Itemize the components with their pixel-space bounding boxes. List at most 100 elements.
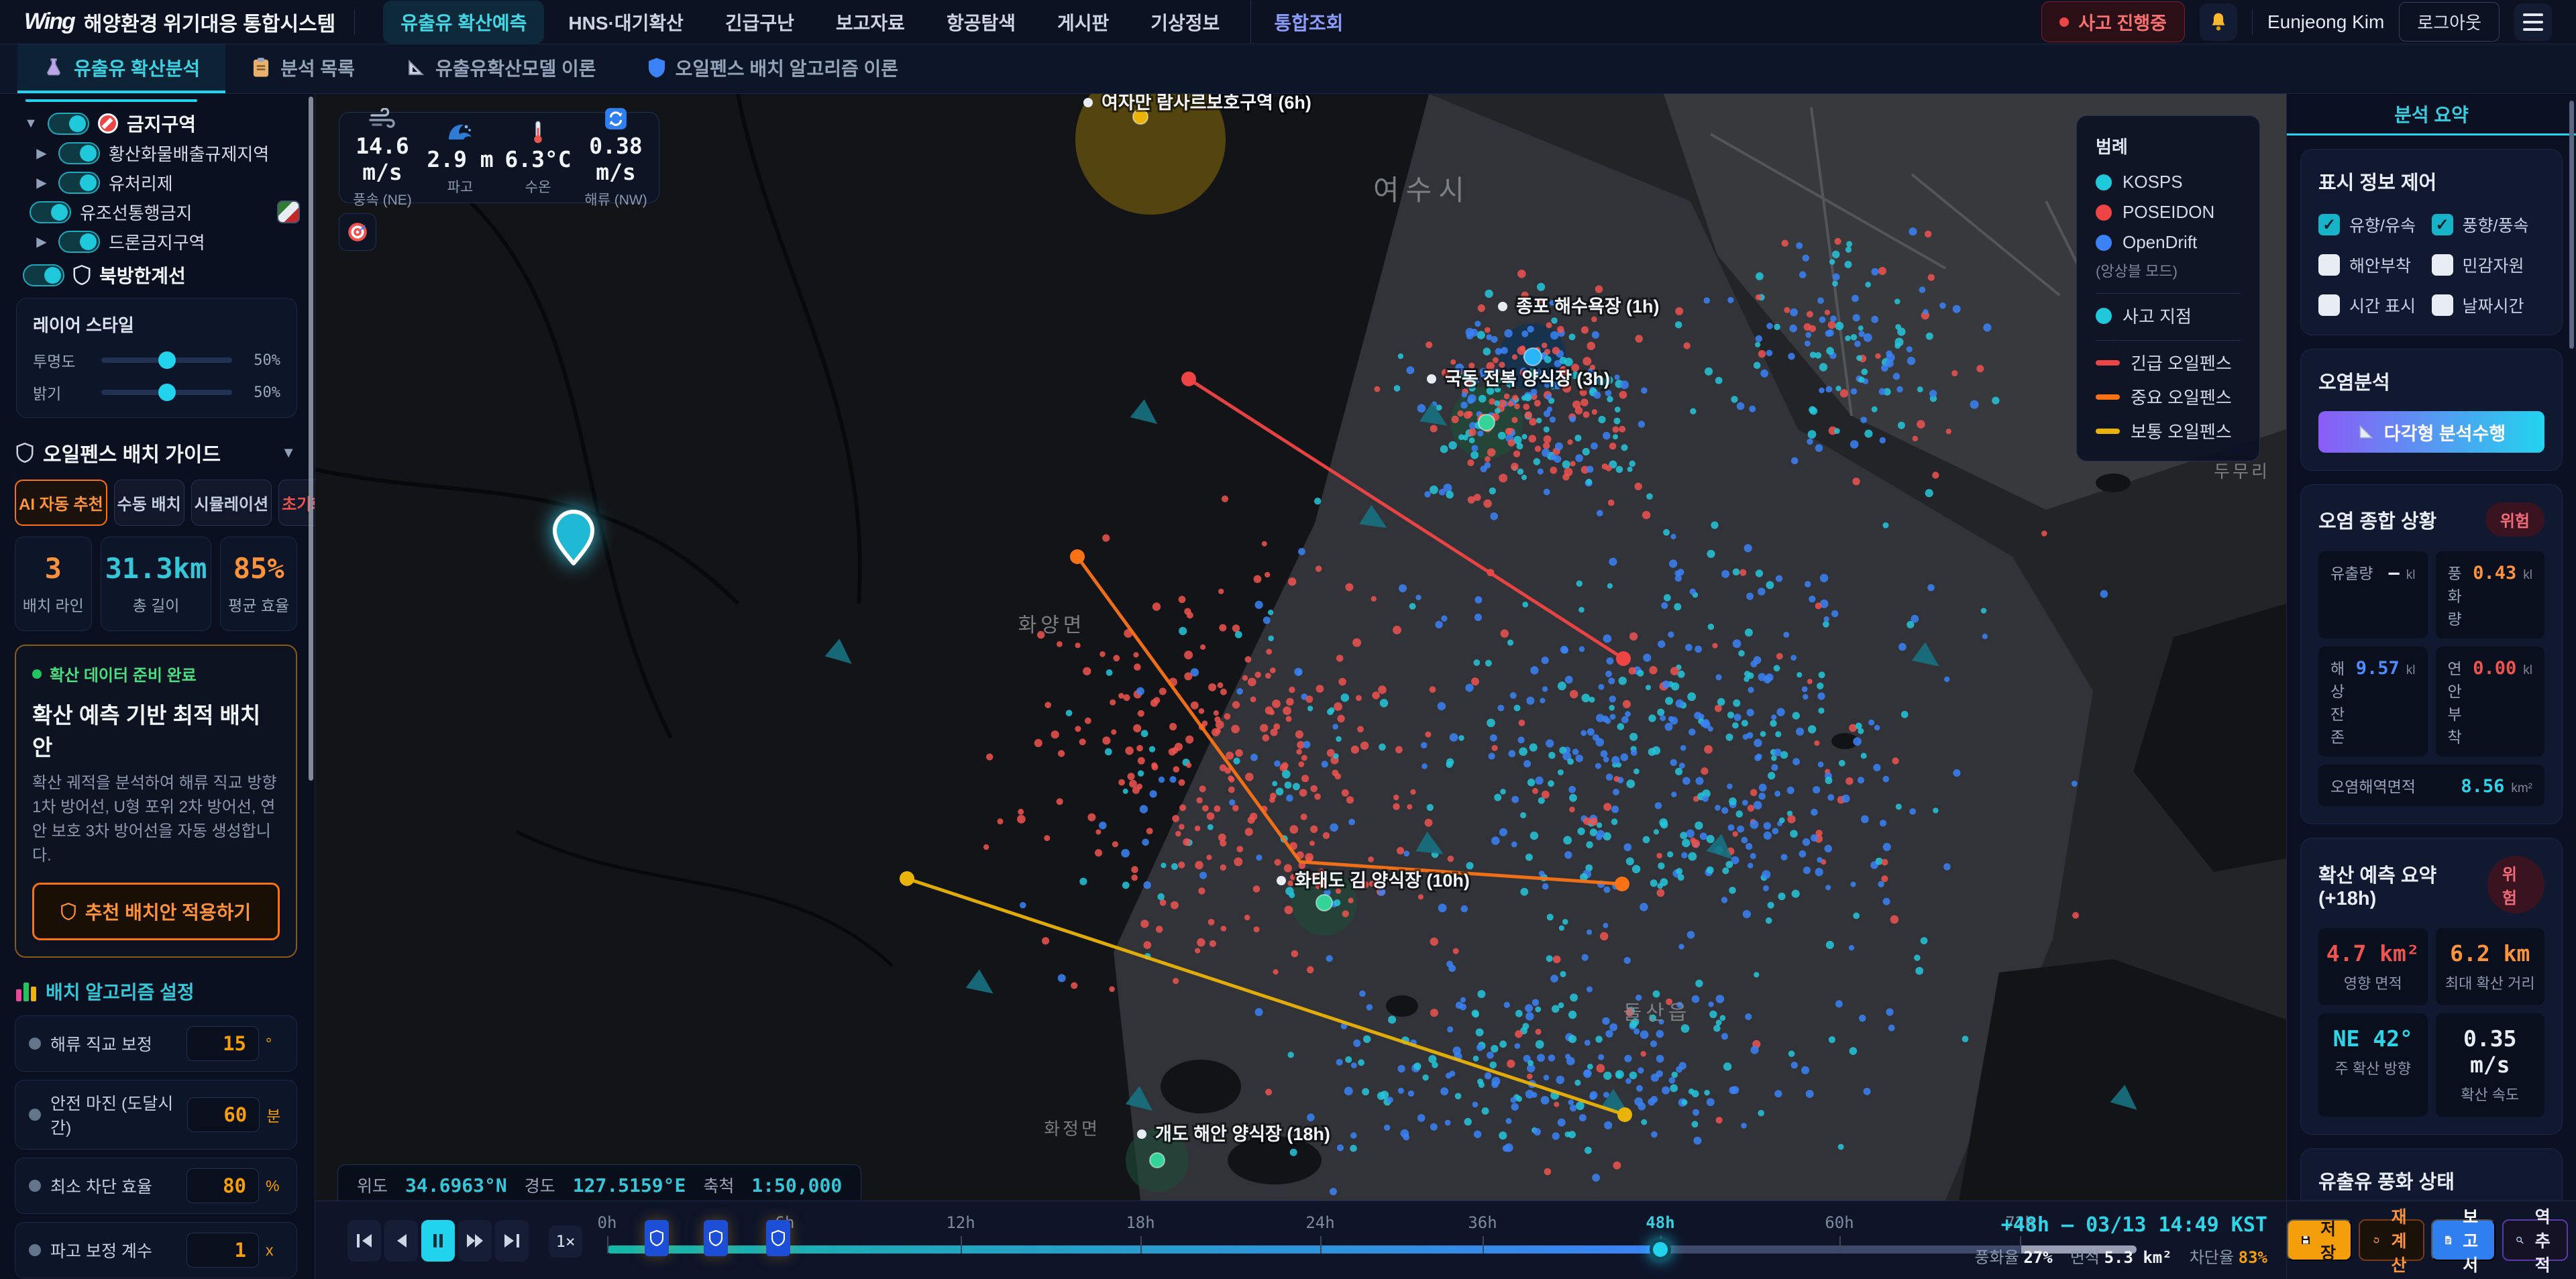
clipboard-icon	[251, 57, 271, 78]
nav-item-aerial[interactable]: 항공탐색	[929, 1, 1033, 44]
left-sidebar: ▼ 금지구역 ▶ 황산화물배출규제지역 ▶ 유처리제 유조선통행금지 ▶ 드론금…	[0, 94, 315, 1279]
opacity-slider-row: 투명도 50%	[33, 349, 280, 372]
save-button[interactable]: 저장	[2287, 1219, 2352, 1261]
timeline-thumb[interactable]	[1650, 1239, 1671, 1260]
nav-item-reports[interactable]: 보고자료	[818, 1, 922, 44]
logout-button[interactable]: 로그아웃	[2399, 2, 2500, 42]
mode-simulation-button[interactable]: 시뮬레이션	[191, 480, 272, 526]
setting-label: 파고 보정 계수	[50, 1238, 152, 1262]
layer-toggle[interactable]	[58, 231, 100, 253]
nav-item-weather[interactable]: 기상정보	[1133, 1, 1237, 44]
button-label: 보고서	[2459, 1204, 2482, 1276]
legend-opendrift: OpenDrift	[2096, 232, 2241, 253]
layer-label: 금지구역	[127, 110, 196, 137]
legend-mode-note: (앙상블 모드)	[2096, 260, 2241, 281]
layer-row-sox-zone[interactable]: ▶ 황산화물배출규제지역	[12, 138, 300, 168]
caret-right-icon[interactable]: ▶	[34, 174, 50, 191]
mode-manual-button[interactable]: 수동 배치	[114, 480, 184, 526]
stat-label: 평균 효율	[225, 593, 292, 616]
brightness-slider-row: 밝기 50%	[33, 381, 280, 404]
incident-dot-icon	[2059, 17, 2069, 27]
step-back-button[interactable]	[384, 1220, 418, 1262]
stat-polluted-area: 오염해역면적8.56km²	[2318, 765, 2544, 806]
setting-input[interactable]: 60	[187, 1097, 260, 1132]
layer-row-nll[interactable]: 북방한계선	[12, 260, 300, 290]
algorithm-settings-header: 배치 알고리즘 설정	[16, 978, 296, 1005]
layer-style-swatch-icon[interactable]	[277, 201, 300, 223]
checkbox-wind-dir[interactable]: ✓풍향/풍속	[2432, 213, 2545, 237]
recalculate-button[interactable]: 재계산	[2359, 1219, 2424, 1261]
checkbox-sensitive-resources[interactable]: 민감자원	[2432, 253, 2545, 277]
nav-item-board[interactable]: 게시판	[1040, 1, 1126, 44]
report-button[interactable]: 보고서	[2431, 1219, 2496, 1261]
stat-label: 배치 라인	[19, 593, 87, 616]
boom-guide-header[interactable]: 오일펜스 배치 가이드 ▼	[16, 438, 296, 467]
set-square-icon	[406, 58, 426, 78]
backtrack-button[interactable]: 역추적	[2502, 1219, 2568, 1261]
app-root: Wing 해양환경 위기대응 통합시스템 유출유 확산예측 HNS·대기확산 긴…	[0, 0, 2576, 1279]
main-nav: 유출유 확산예측 HNS·대기확산 긴급구난 보고자료 항공탐색 게시판 기상정…	[383, 1, 1360, 44]
apply-recommendation-button[interactable]: 추천 배치안 적용하기	[32, 883, 280, 940]
checkbox-shore-attach[interactable]: 해안부착	[2318, 253, 2432, 277]
skip-start-button[interactable]	[347, 1220, 381, 1262]
nav-item-hns[interactable]: HNS·대기확산	[551, 1, 700, 44]
recommendation-card: 확산 데이터 준비 완료 확산 예측 기반 최적 배치안 확산 궤적을 분석하여…	[15, 645, 297, 958]
nav-item-spill-forecast[interactable]: 유출유 확산예측	[383, 1, 544, 44]
lat-value: 34.6963°N	[405, 1174, 507, 1197]
layer-toggle[interactable]	[30, 201, 71, 223]
caret-down-icon[interactable]: ▼	[23, 116, 39, 131]
playback-speed-button[interactable]: 1×	[549, 1225, 582, 1258]
tab-analysis-summary[interactable]: 분석 요약	[2287, 94, 2576, 135]
caret-right-icon[interactable]: ▶	[34, 145, 50, 162]
target-icon	[346, 221, 369, 243]
notifications-button[interactable]	[2200, 3, 2237, 41]
layer-toggle[interactable]	[23, 264, 64, 286]
layer-row-dispersant[interactable]: ▶ 유처리제	[12, 168, 300, 197]
setting-input[interactable]: 1	[186, 1233, 259, 1268]
blocking-rate-stat: 차단율 83%	[2190, 1244, 2267, 1268]
thermometer-icon	[533, 121, 543, 144]
boom-deploy-marker[interactable]	[704, 1220, 728, 1256]
flask-icon	[43, 57, 64, 78]
menu-button[interactable]	[2514, 3, 2552, 41]
skip-end-button[interactable]	[495, 1220, 529, 1262]
map-canvas[interactable]: 여자만 람사르보호구역 (6h)종포 해수욕장 (1h)국동 전복 양식장 (3…	[315, 94, 2286, 1201]
weather-wind: 14.6 m/s 풍속 (NE)	[343, 106, 421, 209]
checkbox-current-dir[interactable]: ✓유향/유속	[2318, 213, 2432, 237]
mode-ai-recommend-button[interactable]: AI 자동 추천	[15, 480, 107, 526]
card-title: 오염분석	[2318, 367, 2544, 395]
tab-spill-analysis[interactable]: 유출유 확산분석	[17, 44, 225, 93]
svg-text:여자만 람사르보호구역 (6h): 여자만 람사르보호구역 (6h)	[1102, 94, 1311, 113]
checkbox-time-display[interactable]: 시간 표시	[2318, 293, 2432, 317]
layer-toggle[interactable]	[58, 142, 100, 164]
opacity-slider[interactable]	[101, 357, 232, 363]
setting-input[interactable]: 15	[186, 1026, 259, 1061]
svg-text:화정면: 화정면	[1044, 1119, 1100, 1139]
layer-toggle[interactable]	[58, 172, 100, 194]
checkbox-datetime[interactable]: 날짜시간	[2432, 293, 2545, 317]
sidebar-scrollbar[interactable]	[309, 97, 313, 781]
polygon-analysis-button[interactable]: 다각형 분석수행	[2318, 411, 2544, 453]
nav-item-integrated-search[interactable]: 통합조회	[1250, 1, 1360, 44]
tab-analysis-list[interactable]: 분석 목록	[225, 44, 380, 93]
shield-icon	[73, 265, 91, 285]
layer-row-drone-ban[interactable]: ▶ 드론금지구역	[12, 227, 300, 256]
setting-input[interactable]: 80	[186, 1168, 259, 1203]
fast-forward-button[interactable]	[458, 1220, 492, 1262]
layer-row-restricted-zone[interactable]: ▼ 금지구역	[12, 109, 300, 138]
boom-deploy-marker[interactable]	[766, 1220, 790, 1256]
recenter-target-button[interactable]	[339, 213, 376, 251]
tab-boom-algorithm-theory[interactable]: 오일펜스 배치 알고리즘 이론	[622, 44, 924, 93]
layer-row-tanker-ban[interactable]: 유조선통행금지	[12, 197, 300, 227]
panel-scrollbar[interactable]	[2569, 101, 2574, 349]
caret-right-icon[interactable]: ▶	[34, 233, 50, 250]
boom-deploy-marker[interactable]	[645, 1220, 669, 1256]
caret-down-icon[interactable]: ▼	[281, 444, 296, 461]
timeline-track[interactable]	[607, 1245, 2137, 1254]
layer-toggle[interactable]	[48, 113, 89, 135]
brightness-slider[interactable]	[101, 390, 232, 395]
timeline-tick-label: 12h	[946, 1213, 975, 1232]
tab-diffusion-model-theory[interactable]: 유출유확산모델 이론	[380, 44, 622, 93]
pause-button[interactable]	[421, 1220, 455, 1262]
nav-item-rescue[interactable]: 긴급구난	[708, 1, 812, 44]
